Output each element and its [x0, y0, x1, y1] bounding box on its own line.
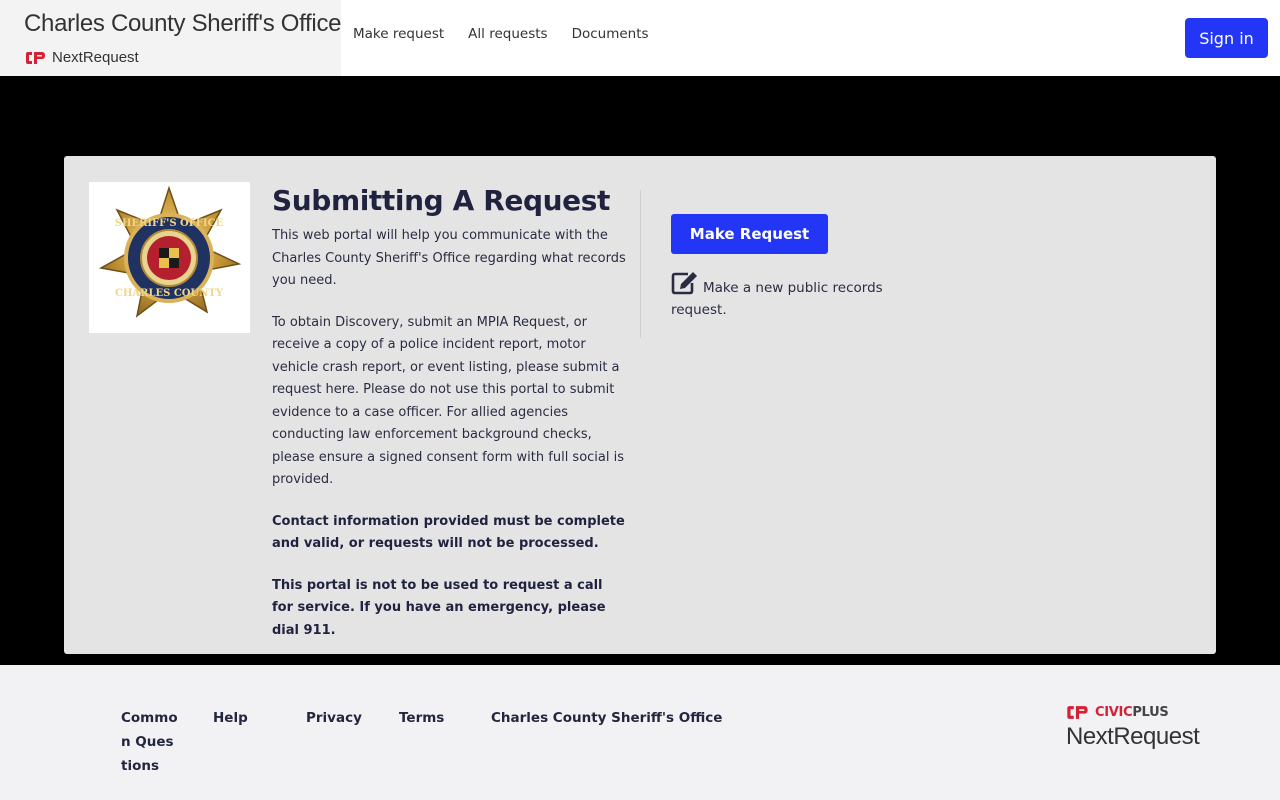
agency-name[interactable]: Charles County Sheriff's Office	[24, 10, 342, 38]
nav-documents[interactable]: Documents	[572, 26, 649, 42]
footer-nextrequest-text: NextRequest	[1066, 723, 1200, 750]
footer-link-agency[interactable]: Charles County Sheriff's Office	[491, 706, 722, 730]
civicplus-nextrequest-logo: CIVICPLUS NextRequest	[1066, 705, 1200, 751]
civicplus-mark-icon	[26, 51, 45, 64]
footer-link-common-questions[interactable]: Common Questions	[121, 706, 179, 778]
nav-make-request[interactable]: Make request	[353, 26, 444, 42]
svg-text:SHERIFF'S OFFICE: SHERIFF'S OFFICE	[115, 218, 224, 229]
sheriff-badge-image: SHERIFF'S OFFICE CHARLES COUNTY	[89, 182, 250, 333]
footer-link-help[interactable]: Help	[213, 706, 248, 730]
emergency-notice: This portal is not to be used to request…	[272, 577, 606, 638]
make-request-desc-text: Make a new public records request.	[671, 280, 883, 318]
contact-notice: Contact information provided must be com…	[272, 513, 625, 552]
civicplus-mark-icon	[1067, 706, 1088, 719]
civicplus-wordmark: CIVICPLUS	[1095, 705, 1169, 720]
brand-block[interactable]: Charles County Sheriff's Office NextRequ…	[0, 0, 342, 76]
nextrequest-logo: NextRequest	[25, 49, 139, 66]
request-intro: Submitting A Request This web portal wil…	[272, 184, 628, 661]
footer-link-terms[interactable]: Terms	[399, 706, 444, 730]
make-request-button[interactable]: Make Request	[671, 214, 828, 254]
edit-icon	[671, 272, 697, 295]
intro-paragraph: This web portal will help you communicat…	[272, 228, 626, 288]
make-request-panel: Make Request Make a new public records r…	[671, 214, 911, 321]
page-footer: Common Questions Help Privacy Terms Char…	[0, 665, 1280, 800]
sign-in-button[interactable]: Sign in	[1185, 18, 1268, 58]
nav-all-requests[interactable]: All requests	[468, 26, 547, 42]
make-request-description: Make a new public records request.	[671, 271, 911, 321]
column-divider	[640, 190, 641, 338]
instructions-paragraph: To obtain Discovery, submit an MPIA Requ…	[272, 314, 625, 488]
top-header: Charles County Sheriff's Office NextRequ…	[0, 0, 1280, 76]
main-nav: Make request All requests Documents	[353, 26, 649, 42]
sheriff-star-badge-icon: SHERIFF'S OFFICE CHARLES COUNTY	[98, 185, 242, 318]
svg-text:CHARLES COUNTY: CHARLES COUNTY	[115, 288, 224, 299]
nextrequest-text: NextRequest	[52, 49, 139, 66]
request-info-card: SHERIFF'S OFFICE CHARLES COUNTY Submitti…	[64, 156, 1216, 654]
page-title: Submitting A Request	[272, 184, 610, 217]
footer-link-privacy[interactable]: Privacy	[306, 706, 362, 730]
